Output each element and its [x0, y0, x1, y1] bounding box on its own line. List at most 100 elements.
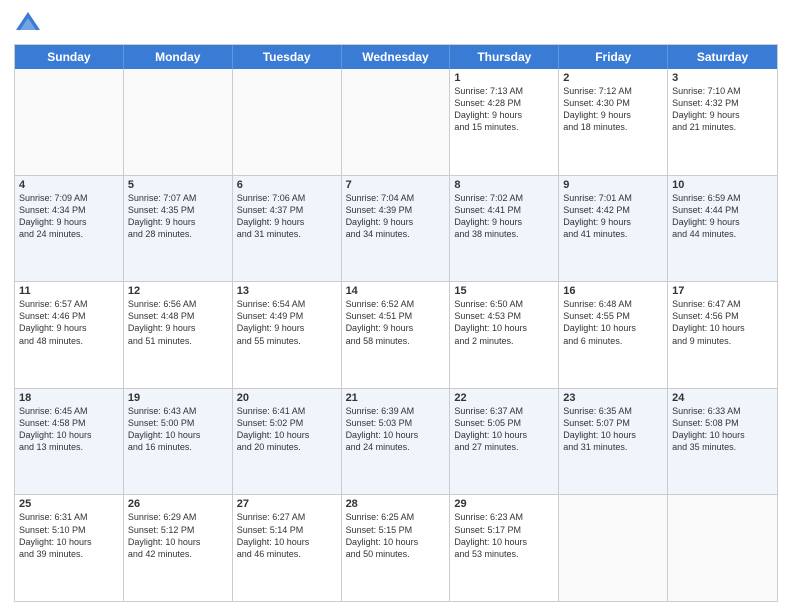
day-number: 26 — [128, 498, 228, 510]
page: SundayMondayTuesdayWednesdayThursdayFrid… — [0, 0, 792, 612]
day-number: 18 — [19, 392, 119, 404]
day-info: Sunrise: 6:41 AMSunset: 5:02 PMDaylight:… — [237, 405, 337, 454]
day-number: 13 — [237, 285, 337, 297]
header-day-friday: Friday — [559, 45, 668, 69]
day-number: 10 — [672, 179, 773, 191]
header-day-tuesday: Tuesday — [233, 45, 342, 69]
day-cell-15: 15Sunrise: 6:50 AMSunset: 4:53 PMDayligh… — [450, 282, 559, 388]
day-cell-10: 10Sunrise: 6:59 AMSunset: 4:44 PMDayligh… — [668, 176, 777, 282]
day-info: Sunrise: 6:57 AMSunset: 4:46 PMDaylight:… — [19, 298, 119, 347]
day-info: Sunrise: 6:54 AMSunset: 4:49 PMDaylight:… — [237, 298, 337, 347]
header — [14, 10, 778, 38]
day-cell-9: 9Sunrise: 7:01 AMSunset: 4:42 PMDaylight… — [559, 176, 668, 282]
day-info: Sunrise: 6:59 AMSunset: 4:44 PMDaylight:… — [672, 192, 773, 241]
day-cell-21: 21Sunrise: 6:39 AMSunset: 5:03 PMDayligh… — [342, 389, 451, 495]
empty-cell — [15, 69, 124, 175]
logo — [14, 10, 46, 38]
day-info: Sunrise: 7:13 AMSunset: 4:28 PMDaylight:… — [454, 85, 554, 134]
day-number: 28 — [346, 498, 446, 510]
day-info: Sunrise: 6:37 AMSunset: 5:05 PMDaylight:… — [454, 405, 554, 454]
day-cell-12: 12Sunrise: 6:56 AMSunset: 4:48 PMDayligh… — [124, 282, 233, 388]
day-number: 14 — [346, 285, 446, 297]
day-cell-25: 25Sunrise: 6:31 AMSunset: 5:10 PMDayligh… — [15, 495, 124, 601]
day-cell-13: 13Sunrise: 6:54 AMSunset: 4:49 PMDayligh… — [233, 282, 342, 388]
day-cell-27: 27Sunrise: 6:27 AMSunset: 5:14 PMDayligh… — [233, 495, 342, 601]
day-number: 19 — [128, 392, 228, 404]
day-number: 20 — [237, 392, 337, 404]
day-number: 6 — [237, 179, 337, 191]
day-number: 22 — [454, 392, 554, 404]
day-info: Sunrise: 6:23 AMSunset: 5:17 PMDaylight:… — [454, 511, 554, 560]
header-day-saturday: Saturday — [668, 45, 777, 69]
calendar-week-1: 1Sunrise: 7:13 AMSunset: 4:28 PMDaylight… — [15, 69, 777, 175]
day-info: Sunrise: 7:06 AMSunset: 4:37 PMDaylight:… — [237, 192, 337, 241]
day-info: Sunrise: 6:33 AMSunset: 5:08 PMDaylight:… — [672, 405, 773, 454]
day-cell-20: 20Sunrise: 6:41 AMSunset: 5:02 PMDayligh… — [233, 389, 342, 495]
day-info: Sunrise: 6:48 AMSunset: 4:55 PMDaylight:… — [563, 298, 663, 347]
day-number: 21 — [346, 392, 446, 404]
day-info: Sunrise: 7:01 AMSunset: 4:42 PMDaylight:… — [563, 192, 663, 241]
day-info: Sunrise: 6:29 AMSunset: 5:12 PMDaylight:… — [128, 511, 228, 560]
day-number: 1 — [454, 72, 554, 84]
calendar-body: 1Sunrise: 7:13 AMSunset: 4:28 PMDaylight… — [15, 69, 777, 601]
calendar-week-2: 4Sunrise: 7:09 AMSunset: 4:34 PMDaylight… — [15, 175, 777, 282]
header-day-wednesday: Wednesday — [342, 45, 451, 69]
day-info: Sunrise: 6:25 AMSunset: 5:15 PMDaylight:… — [346, 511, 446, 560]
day-cell-26: 26Sunrise: 6:29 AMSunset: 5:12 PMDayligh… — [124, 495, 233, 601]
day-cell-14: 14Sunrise: 6:52 AMSunset: 4:51 PMDayligh… — [342, 282, 451, 388]
calendar-header: SundayMondayTuesdayWednesdayThursdayFrid… — [15, 45, 777, 69]
day-number: 24 — [672, 392, 773, 404]
day-cell-29: 29Sunrise: 6:23 AMSunset: 5:17 PMDayligh… — [450, 495, 559, 601]
day-cell-2: 2Sunrise: 7:12 AMSunset: 4:30 PMDaylight… — [559, 69, 668, 175]
empty-cell — [559, 495, 668, 601]
day-cell-16: 16Sunrise: 6:48 AMSunset: 4:55 PMDayligh… — [559, 282, 668, 388]
day-info: Sunrise: 6:56 AMSunset: 4:48 PMDaylight:… — [128, 298, 228, 347]
day-info: Sunrise: 6:43 AMSunset: 5:00 PMDaylight:… — [128, 405, 228, 454]
day-number: 5 — [128, 179, 228, 191]
empty-cell — [124, 69, 233, 175]
day-cell-17: 17Sunrise: 6:47 AMSunset: 4:56 PMDayligh… — [668, 282, 777, 388]
header-day-monday: Monday — [124, 45, 233, 69]
day-info: Sunrise: 7:02 AMSunset: 4:41 PMDaylight:… — [454, 192, 554, 241]
header-day-thursday: Thursday — [450, 45, 559, 69]
day-cell-5: 5Sunrise: 7:07 AMSunset: 4:35 PMDaylight… — [124, 176, 233, 282]
day-cell-23: 23Sunrise: 6:35 AMSunset: 5:07 PMDayligh… — [559, 389, 668, 495]
day-info: Sunrise: 6:39 AMSunset: 5:03 PMDaylight:… — [346, 405, 446, 454]
day-number: 2 — [563, 72, 663, 84]
empty-cell — [342, 69, 451, 175]
day-cell-24: 24Sunrise: 6:33 AMSunset: 5:08 PMDayligh… — [668, 389, 777, 495]
calendar-week-3: 11Sunrise: 6:57 AMSunset: 4:46 PMDayligh… — [15, 281, 777, 388]
header-day-sunday: Sunday — [15, 45, 124, 69]
day-number: 9 — [563, 179, 663, 191]
empty-cell — [668, 495, 777, 601]
day-info: Sunrise: 6:45 AMSunset: 4:58 PMDaylight:… — [19, 405, 119, 454]
day-number: 7 — [346, 179, 446, 191]
day-number: 12 — [128, 285, 228, 297]
day-cell-7: 7Sunrise: 7:04 AMSunset: 4:39 PMDaylight… — [342, 176, 451, 282]
day-number: 4 — [19, 179, 119, 191]
day-number: 16 — [563, 285, 663, 297]
day-number: 25 — [19, 498, 119, 510]
calendar-week-5: 25Sunrise: 6:31 AMSunset: 5:10 PMDayligh… — [15, 494, 777, 601]
day-cell-18: 18Sunrise: 6:45 AMSunset: 4:58 PMDayligh… — [15, 389, 124, 495]
day-info: Sunrise: 6:35 AMSunset: 5:07 PMDaylight:… — [563, 405, 663, 454]
day-number: 17 — [672, 285, 773, 297]
day-cell-11: 11Sunrise: 6:57 AMSunset: 4:46 PMDayligh… — [15, 282, 124, 388]
day-info: Sunrise: 7:04 AMSunset: 4:39 PMDaylight:… — [346, 192, 446, 241]
day-cell-4: 4Sunrise: 7:09 AMSunset: 4:34 PMDaylight… — [15, 176, 124, 282]
day-number: 11 — [19, 285, 119, 297]
day-cell-22: 22Sunrise: 6:37 AMSunset: 5:05 PMDayligh… — [450, 389, 559, 495]
day-number: 15 — [454, 285, 554, 297]
day-number: 23 — [563, 392, 663, 404]
day-cell-1: 1Sunrise: 7:13 AMSunset: 4:28 PMDaylight… — [450, 69, 559, 175]
calendar: SundayMondayTuesdayWednesdayThursdayFrid… — [14, 44, 778, 602]
day-info: Sunrise: 6:31 AMSunset: 5:10 PMDaylight:… — [19, 511, 119, 560]
day-info: Sunrise: 7:07 AMSunset: 4:35 PMDaylight:… — [128, 192, 228, 241]
day-info: Sunrise: 6:52 AMSunset: 4:51 PMDaylight:… — [346, 298, 446, 347]
day-cell-19: 19Sunrise: 6:43 AMSunset: 5:00 PMDayligh… — [124, 389, 233, 495]
day-cell-6: 6Sunrise: 7:06 AMSunset: 4:37 PMDaylight… — [233, 176, 342, 282]
day-info: Sunrise: 7:10 AMSunset: 4:32 PMDaylight:… — [672, 85, 773, 134]
day-number: 27 — [237, 498, 337, 510]
day-number: 8 — [454, 179, 554, 191]
day-cell-8: 8Sunrise: 7:02 AMSunset: 4:41 PMDaylight… — [450, 176, 559, 282]
